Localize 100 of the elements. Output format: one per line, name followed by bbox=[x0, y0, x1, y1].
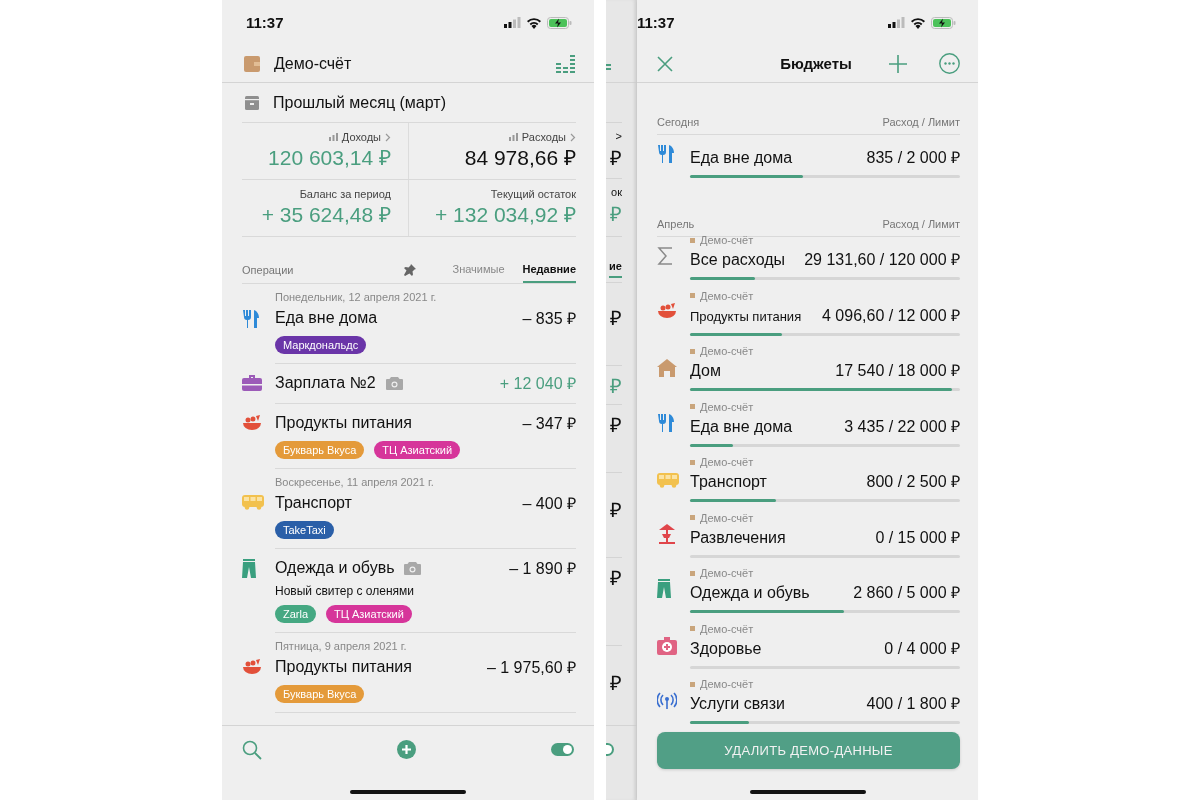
house-icon bbox=[657, 359, 677, 377]
bar-chart-icon bbox=[328, 133, 338, 141]
amount-fragment: ₽ bbox=[610, 566, 622, 591]
toggle-switch[interactable] bbox=[551, 743, 574, 756]
close-icon bbox=[657, 55, 673, 72]
account-marker-icon bbox=[690, 404, 695, 409]
bus-icon bbox=[242, 494, 264, 510]
budget-amount: 4 096,60 / 12 000 ₽ bbox=[822, 305, 960, 326]
tag-chip: Zarla bbox=[275, 605, 317, 623]
stat-label[interactable]: Расходы bbox=[521, 131, 566, 143]
search-button[interactable] bbox=[242, 740, 262, 760]
more-icon bbox=[939, 53, 960, 74]
plus-icon bbox=[889, 54, 907, 73]
budget-amount: 3 435 / 22 000 ₽ bbox=[844, 416, 960, 437]
filter-tab[interactable]: ие bbox=[609, 260, 622, 278]
budget-category: Еда вне дома bbox=[690, 417, 793, 436]
briefcase-icon bbox=[242, 374, 262, 392]
budget-category: Развлечения bbox=[690, 528, 786, 547]
screen-title: Бюджеты bbox=[779, 55, 853, 72]
budget-category: Все расходы bbox=[690, 251, 785, 269]
budget-amount: 29 131,60 / 120 000 ₽ bbox=[804, 250, 960, 270]
account-label: Демо-счёт bbox=[700, 234, 754, 246]
budget-category: Услуги связи bbox=[690, 695, 785, 713]
amount-fragment: ₽ bbox=[610, 306, 622, 331]
budget-category: Еда вне дома bbox=[690, 149, 793, 167]
label-fragment: ок bbox=[611, 186, 622, 198]
transaction-note: Новый свитер с оленями bbox=[275, 584, 415, 598]
budget-row[interactable]: Демо-счёт Транспорт 800 / 2 500 ₽ bbox=[657, 453, 960, 509]
account-marker-icon bbox=[690, 348, 695, 354]
antenna-icon bbox=[657, 692, 677, 710]
chart-icon bbox=[556, 54, 576, 73]
budget-row[interactable]: Демо-счёт Дом 17 540 / 18 000 ₽ bbox=[657, 342, 960, 398]
stat-label[interactable]: Доходы bbox=[341, 131, 381, 143]
budget-category: Продукты питания bbox=[690, 308, 802, 324]
transaction-amount: – 1 890 ₽ bbox=[509, 559, 576, 579]
transaction-category: Зарплата №2 bbox=[275, 374, 376, 392]
amount-fragment: ₽ bbox=[610, 146, 622, 171]
filter-tab[interactable]: Недавние bbox=[522, 257, 576, 283]
stat-value: 120 603,14 ₽ bbox=[268, 145, 391, 171]
stat-label: Баланс за период bbox=[299, 188, 391, 200]
carousel-icon bbox=[657, 523, 677, 544]
budget-row[interactable]: Демо-счёт Еда вне дома 3 435 / 22 000 ₽ bbox=[657, 398, 960, 454]
stat-label: Текущий остаток bbox=[490, 188, 576, 200]
toggle-switch[interactable] bbox=[606, 743, 614, 756]
account-label: Демо-счёт bbox=[700, 456, 754, 468]
budget-amount: 2 860 / 5 000 ₽ bbox=[853, 583, 960, 603]
budget-amount: 17 540 / 18 000 ₽ bbox=[835, 361, 960, 381]
add-button[interactable] bbox=[397, 740, 416, 759]
trousers-icon bbox=[242, 559, 256, 579]
amount-fragment: ₽ bbox=[610, 202, 622, 227]
more-button[interactable] bbox=[939, 53, 960, 74]
section-label: Апрель bbox=[657, 218, 695, 230]
amount-fragment: ₽ bbox=[610, 374, 622, 399]
add-button[interactable] bbox=[889, 54, 907, 73]
date-heading: Воскресенье, 11 апреля 2021 г. bbox=[274, 475, 435, 488]
account-marker-icon bbox=[690, 459, 695, 465]
account-marker-icon bbox=[690, 293, 695, 298]
wifi-icon bbox=[910, 16, 926, 29]
budget-category: Транспорт bbox=[690, 473, 767, 491]
clock-time: 11:37 bbox=[637, 14, 675, 31]
transaction-amount: – 835 ₽ bbox=[522, 309, 576, 329]
wifi-icon bbox=[526, 16, 542, 29]
fork-knife-icon bbox=[242, 309, 260, 329]
budget-row[interactable]: Демо-счёт Развлечения 0 / 15 000 ₽ bbox=[657, 509, 960, 565]
chevron-right-icon bbox=[385, 132, 391, 142]
account-marker-icon bbox=[690, 237, 695, 243]
budget-category: Одежда и обувь bbox=[690, 584, 810, 602]
budget-row[interactable]: Демо-счёт Все расходы 29 131,60 / 120 000 ₽ bbox=[657, 237, 960, 287]
account-label: Демо-счёт bbox=[700, 345, 754, 357]
period-selector[interactable]: Прошлый месяц (март) bbox=[273, 93, 446, 112]
account-marker-icon bbox=[690, 570, 695, 576]
signal-icon bbox=[504, 17, 521, 28]
wallet-icon bbox=[244, 55, 260, 72]
account-label: Демо-счёт bbox=[700, 400, 754, 413]
budget-row[interactable]: Демо-счёт Продукты питания 4 096,60 / 12 000 ₽ bbox=[657, 287, 960, 343]
budget-row[interactable]: Демо-счёт Услуги связи 400 / 1 800 ₽ bbox=[657, 675, 960, 731]
account-label: Демо-счёт bbox=[700, 622, 754, 635]
transaction-amount: + 12 040 ₽ bbox=[499, 374, 576, 394]
budget-amount: 835 / 2 000 ₽ bbox=[866, 148, 960, 168]
transaction-category: Одежда и обувь bbox=[275, 559, 395, 577]
tag-chip: Букварь Вкуса bbox=[275, 685, 365, 703]
account-label: Демо-счёт bbox=[700, 678, 754, 690]
budget-row[interactable]: Демо-счёт Здоровье 0 / 4 000 ₽ bbox=[657, 620, 960, 676]
transaction-amount: – 400 ₽ bbox=[522, 494, 576, 514]
search-icon bbox=[242, 740, 262, 760]
budget-row[interactable]: Демо-счёт Одежда и обувь 2 860 / 5 000 ₽ bbox=[657, 564, 960, 620]
stat-value: 84 978,66 ₽ bbox=[464, 145, 576, 171]
date-heading: Пятница, 9 апреля 2021 г. bbox=[274, 639, 408, 652]
budget-category: Здоровье bbox=[690, 639, 762, 658]
budget-row[interactable]: Еда вне дома 835 / 2 000 ₽ bbox=[657, 135, 960, 185]
tag-chip: ТЦ Азиатский bbox=[326, 605, 412, 623]
transaction-category: Продукты питания bbox=[275, 414, 412, 432]
budget-amount: 400 / 1 800 ₽ bbox=[866, 694, 960, 714]
budget-amount: 0 / 4 000 ₽ bbox=[884, 638, 960, 659]
pin-icon[interactable] bbox=[404, 264, 417, 276]
column-label: Расход / Лимит bbox=[882, 116, 960, 128]
chart-button[interactable] bbox=[556, 54, 576, 73]
account-label: Демо-счёт bbox=[700, 567, 754, 579]
close-button[interactable] bbox=[657, 55, 673, 72]
transaction-category: Транспорт bbox=[275, 494, 352, 512]
